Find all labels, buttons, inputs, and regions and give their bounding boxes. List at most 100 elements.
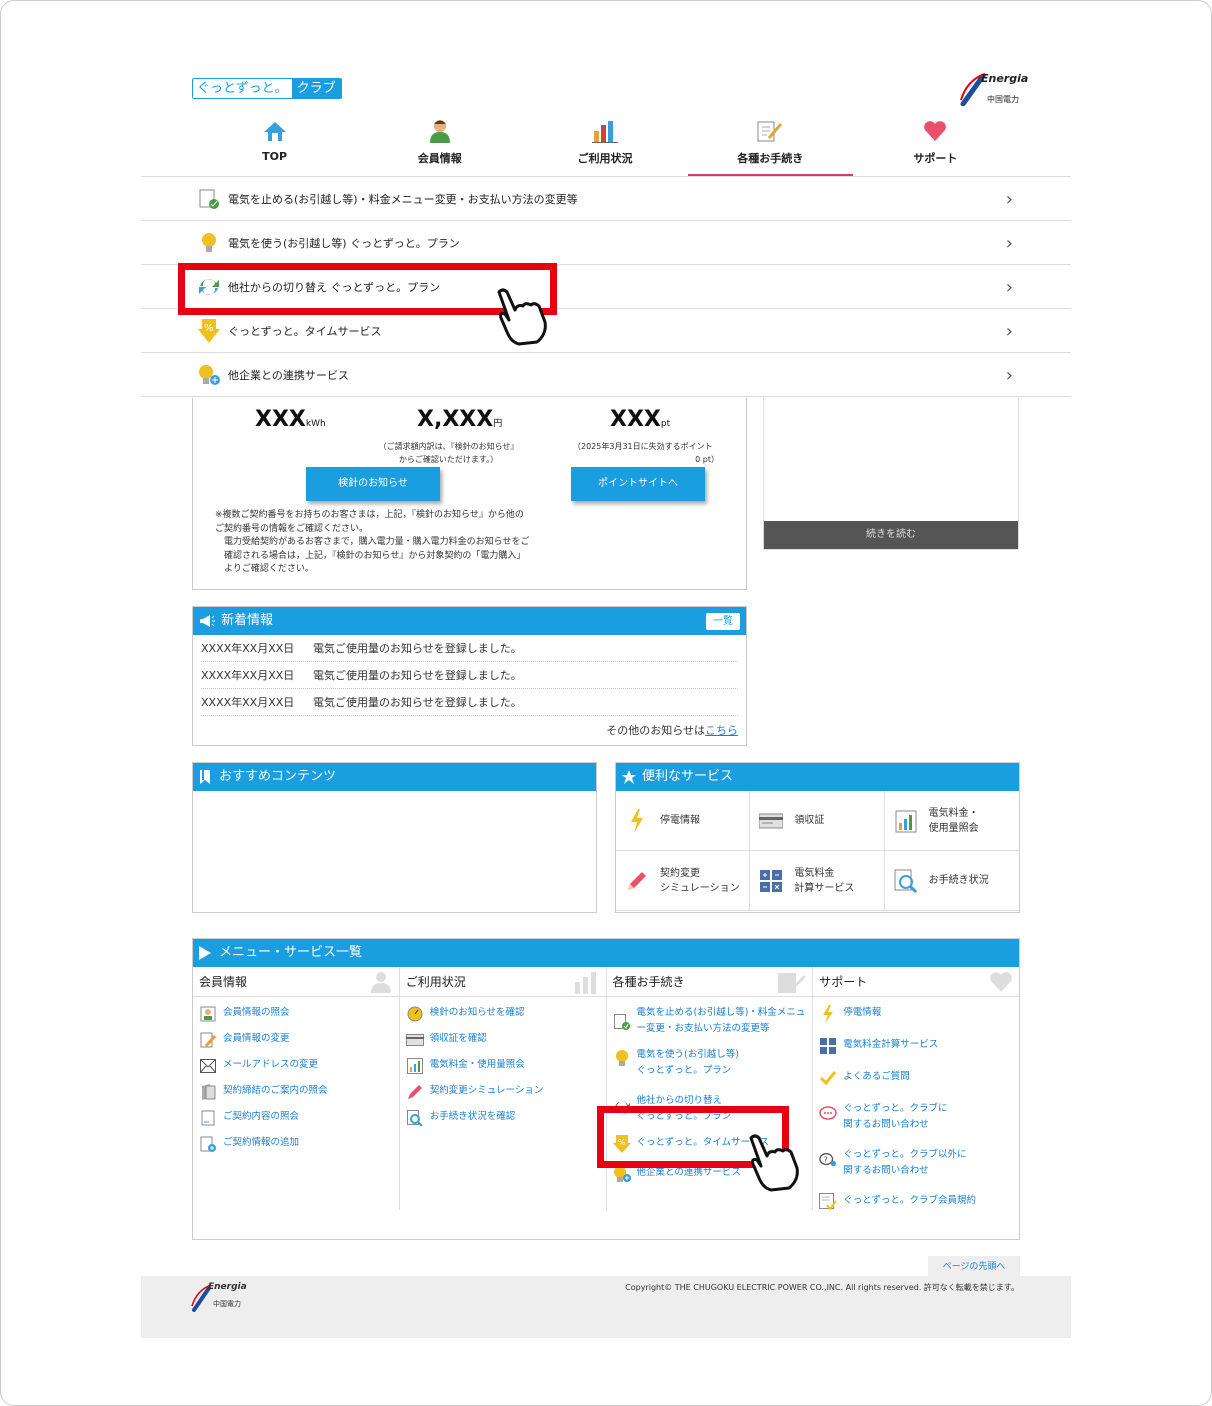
service-label: 契約変更 シミュレーション	[660, 867, 740, 894]
menu-item[interactable]: よくあるご質問	[813, 1055, 1019, 1087]
energia-logo[interactable]: Energia 中国電力	[959, 70, 1029, 110]
menu-item[interactable]: 停電情報	[813, 997, 1019, 1023]
nav-member-label: 会員情報	[417, 152, 462, 165]
calculator-icon	[758, 868, 784, 894]
menu-item[interactable]: お手続き状況を確認	[400, 1101, 606, 1127]
menu-item[interactable]: ご契約内容の照会	[193, 1101, 399, 1127]
menu-item[interactable]: ぐっとずっと。クラブに 関するお問い合わせ	[813, 1087, 1019, 1133]
person-icon	[370, 972, 391, 993]
news-list-button[interactable]: 一覧	[706, 612, 740, 630]
dropdown-item-label: 他企業との連携サービス	[228, 368, 349, 382]
menu-item[interactable]: 会員情報の照会	[193, 997, 399, 1023]
bulb-icon	[198, 232, 220, 254]
menu-col-title: 各種お手続き	[606, 967, 813, 997]
megaphone-icon	[200, 615, 215, 627]
news-panel: 新着情報 一覧 XXXX年XX月XX日 電気ご使用量のお知らせを登録しました。 X…	[192, 606, 747, 746]
energia-logo-text: Energia	[981, 72, 1029, 85]
news-more: その他のお知らせはこちら	[193, 722, 738, 738]
nav-usage[interactable]: ご利用状況	[522, 118, 687, 176]
footer-logo-text: Energia	[208, 1282, 247, 1292]
menu-item[interactable]: 契約締結のご案内の照会	[193, 1075, 399, 1101]
menu-item[interactable]: ? ぐっとずっと。クラブ以外に 関するお問い合わせ	[813, 1133, 1019, 1179]
dropdown-item-stop[interactable]: 電気を止める(お引越し等)・料金メニュー変更・お支払い方法の変更等 ›	[141, 177, 1071, 221]
meter-icon	[406, 1005, 424, 1023]
magnifier-icon	[406, 1109, 424, 1127]
news-item[interactable]: XXXX年XX月XX日 電気ご使用量のお知らせを登録しました。	[201, 662, 738, 689]
club-logo[interactable]: ぐっとずっと。 クラブ	[192, 78, 342, 99]
news-item[interactable]: XXXX年XX月XX日 電気ご使用量のお知らせを登録しました。	[201, 635, 738, 662]
menu-col-title: サポート	[813, 967, 1019, 997]
menu-item[interactable]: 電気を使う(お引越し等) ぐっとずっと。プラン	[607, 1037, 813, 1079]
menu-item[interactable]: 電気を止める(お引越し等)・料金メニュー変更・お支払い方法の変更等	[607, 997, 813, 1037]
pointer-hand-icon	[497, 288, 547, 346]
menu-item[interactable]: 電気料金・使用量照会	[400, 1049, 606, 1075]
service-outage[interactable]: 停電情報	[616, 791, 751, 851]
document-check-icon	[613, 1013, 631, 1031]
svg-text:%: %	[204, 323, 214, 334]
chevron-right-icon: ›	[1005, 233, 1013, 254]
club-logo-text: ぐっとずっと。	[193, 79, 292, 98]
service-status[interactable]: お手続き状況	[884, 851, 1019, 911]
chart-yen-icon	[893, 808, 919, 834]
services-header: 便利なサービス	[616, 763, 1019, 791]
recommend-panel: おすすめコンテンツ	[192, 762, 597, 913]
pencil-icon	[406, 1083, 424, 1101]
menu-item[interactable]: ご契約情報の追加	[193, 1127, 399, 1153]
footer: Energia 中国電力 Copyright© THE CHUGOKU ELEC…	[141, 1276, 1071, 1338]
news-item[interactable]: XXXX年XX月XX日 電気ご使用量のお知らせを登録しました。	[201, 689, 738, 716]
magnifier-icon	[893, 868, 919, 894]
document-check-icon	[198, 188, 220, 210]
point-site-button[interactable]: ポイントサイトへ	[571, 467, 705, 501]
nav-member[interactable]: 会員情報	[357, 118, 522, 176]
dropdown-item-timeservice[interactable]: % ぐっとずっと。タイムサービス ›	[141, 309, 1071, 353]
nav-top[interactable]: TOP	[192, 118, 357, 176]
service-label: 電気料金 計算サービス	[794, 867, 855, 894]
service-label: 停電情報	[660, 815, 700, 826]
meter-reading-button[interactable]: 検針のお知らせ	[306, 467, 440, 501]
services-title: 便利なサービス	[642, 769, 734, 784]
news-date: XXXX年XX月XX日	[201, 669, 295, 682]
chart-yen-icon	[406, 1057, 424, 1075]
service-label: 電気料金・ 使用量照会	[928, 807, 979, 834]
footnote-2: 電力受給契約があるお客さまで，購入電力量・購入電力料金のお知らせをご確認される場…	[224, 537, 530, 574]
services-panel: 便利なサービス 停電情報 領収証 電気料金・ 使用量照会 契約変更 シミュレーシ…	[615, 762, 1020, 913]
checkmark-icon	[819, 1069, 837, 1087]
document-icon	[199, 1109, 217, 1127]
service-label: お手続き状況	[928, 875, 989, 886]
heart-icon	[921, 118, 949, 144]
document-check-icon	[819, 1193, 838, 1211]
service-simulation[interactable]: 契約変更 シミュレーション	[616, 851, 751, 911]
menu-item[interactable]: 領収証を確認	[400, 1023, 606, 1049]
menu-col-title: 会員情報	[193, 967, 399, 997]
svg-text:?: ?	[824, 1155, 828, 1165]
dropdown-item-partner[interactable]: 他企業との連携サービス ›	[141, 353, 1071, 397]
dropdown-item-use[interactable]: 電気を使う(お引越し等) ぐっとずっと。プラン ›	[141, 221, 1071, 265]
bookmark-icon	[200, 770, 210, 784]
menu-col-support: サポート 停電情報 電気料金計算サービス よくあるご質問 ぐっとずっと。クラブに…	[813, 967, 1019, 1211]
pointer-hand-icon	[749, 1134, 799, 1192]
readmore-button[interactable]: 続きを読む	[764, 521, 1018, 549]
news-more-link[interactable]: こちら	[705, 724, 738, 737]
usage-value: XXXkWh	[255, 407, 326, 432]
bill-value: X,XXX円	[417, 407, 503, 432]
footer-logo[interactable]: Energia 中国電力	[191, 1282, 251, 1314]
menu-panel: メニュー・サービス一覧 会員情報 会員情報の照会 会員情報の変更 メールアドレス…	[192, 938, 1020, 1240]
lightning-icon	[624, 808, 650, 834]
menu-item[interactable]: メールアドレスの変更	[193, 1049, 399, 1075]
nav-support[interactable]: サポート	[853, 118, 1018, 176]
bill-note: （ご請求額内訳は、『検針のお知らせ』からご確認いただけます。）	[378, 442, 519, 464]
service-receipt[interactable]: 領収証	[750, 791, 885, 851]
news-date: XXXX年XX月XX日	[201, 642, 295, 655]
menu-item[interactable]: 契約変更シミュレーション	[400, 1075, 606, 1101]
nav-procedures[interactable]: 各種お手続き	[687, 118, 854, 176]
footer-logo-sub: 中国電力	[213, 1300, 241, 1308]
menu-header: メニュー・サービス一覧	[193, 939, 1019, 967]
menu-item[interactable]: ぐっとずっと。クラブ会員規約	[813, 1179, 1019, 1211]
page-top-button[interactable]: ページの先頭へ	[928, 1256, 1020, 1278]
receipt-icon	[758, 808, 784, 834]
menu-item[interactable]: 検針のお知らせを確認	[400, 997, 606, 1023]
menu-item[interactable]: 会員情報の変更	[193, 1023, 399, 1049]
service-calculator[interactable]: 電気料金 計算サービス	[750, 851, 885, 911]
service-bill-usage[interactable]: 電気料金・ 使用量照会	[884, 791, 1019, 851]
menu-item[interactable]: 電気料金計算サービス	[813, 1023, 1019, 1055]
